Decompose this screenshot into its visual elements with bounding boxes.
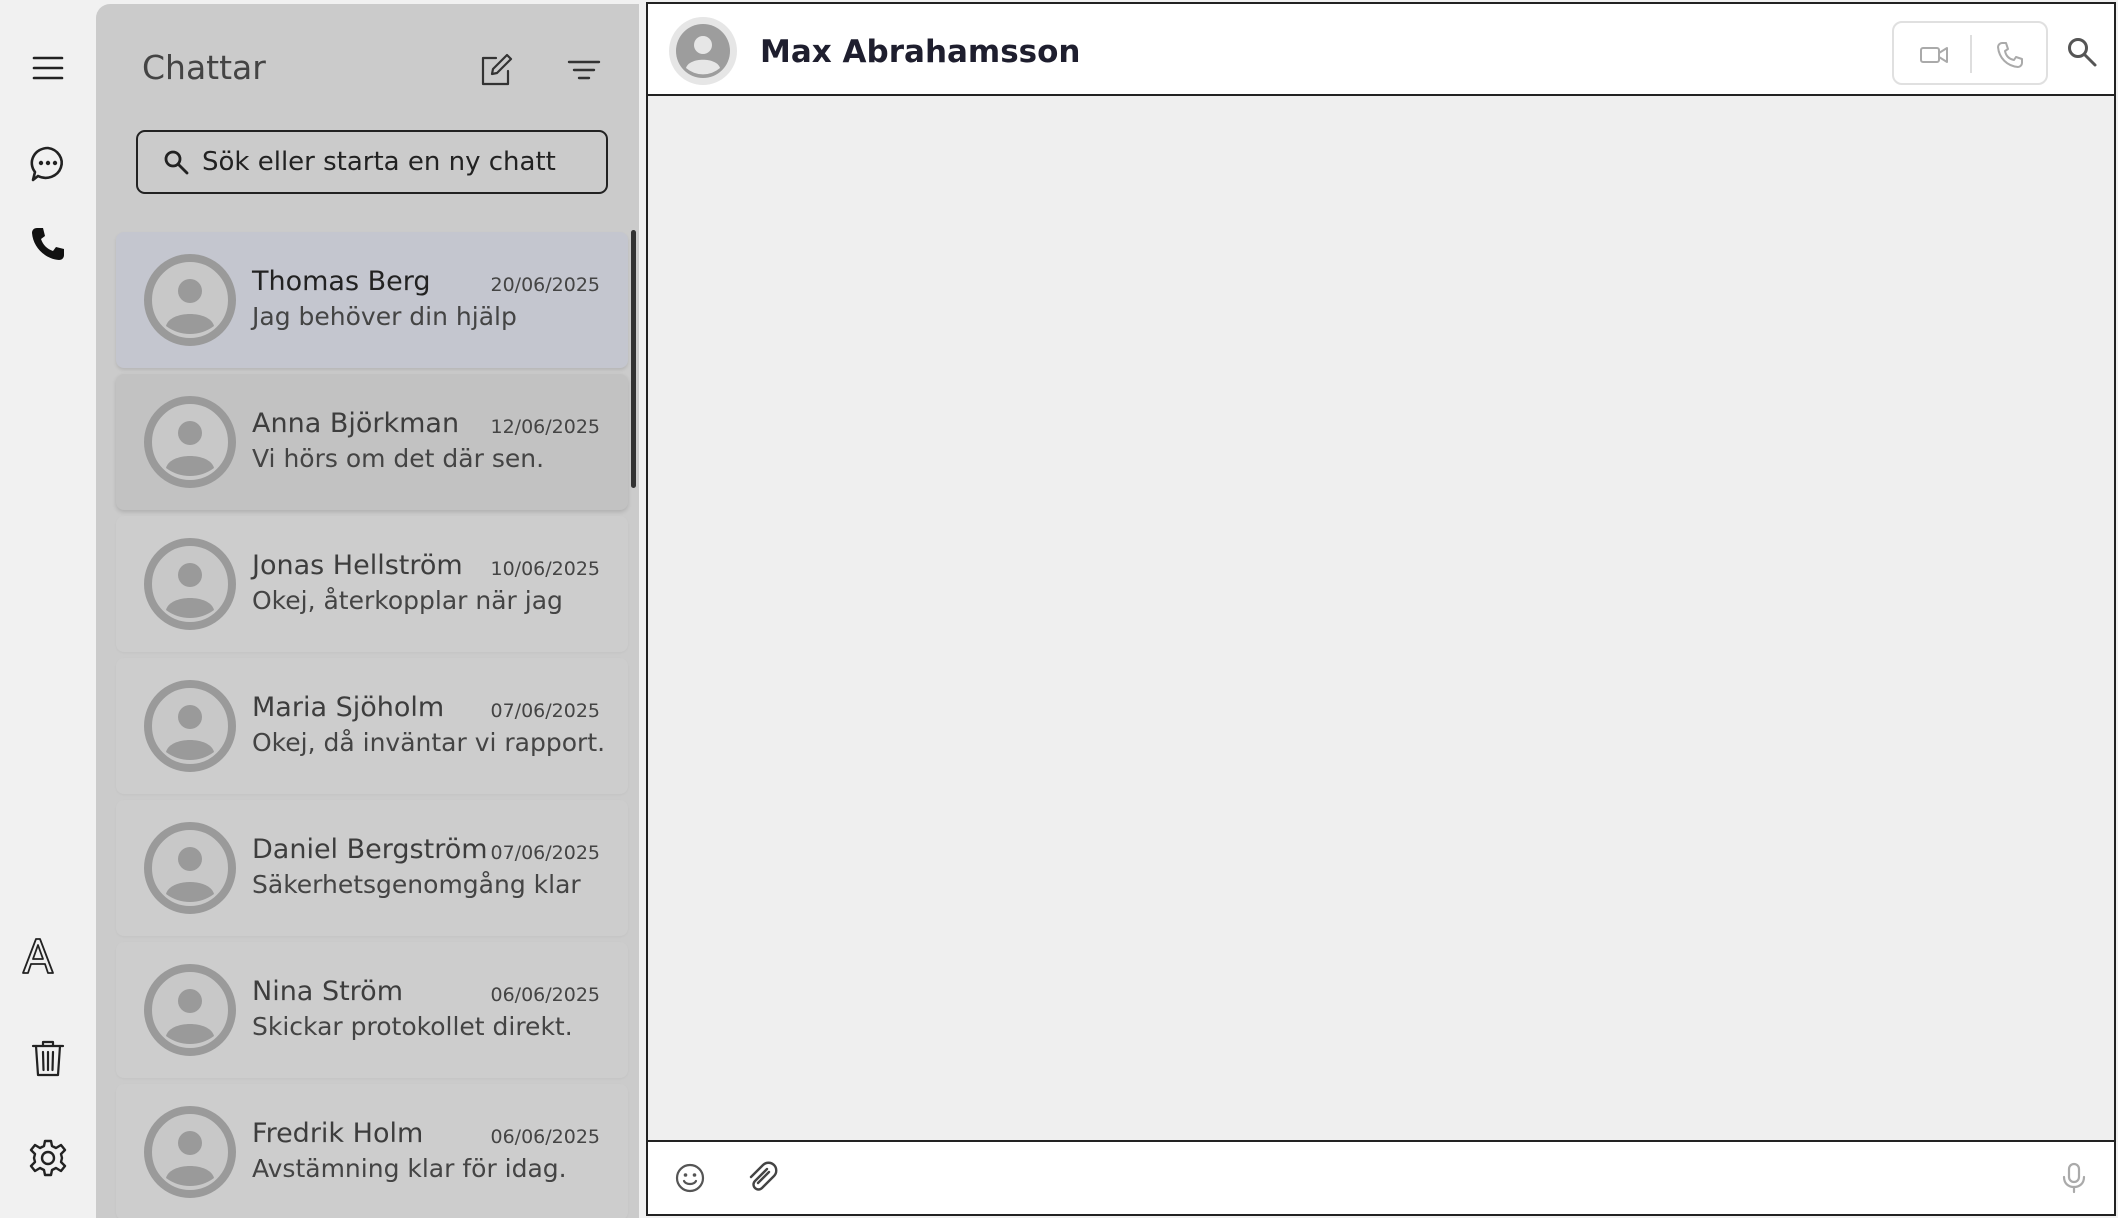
chat-item[interactable]: Daniel Bergström 07/06/2025 Säkerhetsgen… [116,800,628,936]
chat-name: Fredrik Holm [252,1118,424,1149]
chat-icon[interactable] [24,140,72,188]
settings-icon[interactable] [24,1134,72,1182]
chat-name: Jonas Hellström [252,550,463,581]
call-divider [1970,35,1972,73]
attach-icon[interactable] [742,1158,782,1198]
chat-preview: Skickar protokollet direkt. [252,1012,573,1041]
message-input[interactable] [788,1156,1968,1200]
chat-list: Thomas Berg 20/06/2025 Jag behöver din h… [116,232,630,1218]
chat-item[interactable]: Fredrik Holm 06/06/2025 Avstämning klar … [116,1084,628,1218]
trash-icon[interactable] [24,1034,72,1082]
emoji-icon[interactable] [670,1158,710,1198]
chat-preview: Vi hörs om det där sen. [252,444,545,473]
microphone-icon[interactable] [2054,1158,2094,1198]
phone-icon[interactable] [24,220,72,268]
chat-list-scrollbar[interactable] [631,230,636,488]
chat-preview: Jag behöver din hjälp [252,302,517,331]
chat-date: 06/06/2025 [490,984,600,1006]
chat-name: Anna Björkman [252,408,460,439]
chat-date: 10/06/2025 [490,558,600,580]
message-composer [648,1140,2114,1214]
avatar [144,538,236,630]
avatar [144,964,236,1056]
chat-name: Daniel Bergström [252,834,488,865]
chat-date: 07/06/2025 [490,842,600,864]
chat-date: 12/06/2025 [490,416,600,438]
message-area[interactable] [648,96,2114,1142]
conversation-header: Max Abrahamsson [648,4,2114,96]
avatar [144,680,236,772]
new-chat-icon[interactable] [474,48,518,92]
chat-date: 07/06/2025 [490,700,600,722]
chat-item[interactable]: Jonas Hellström 10/06/2025 Okej, återkop… [116,516,628,652]
chat-list-panel: Chattar Thomas Berg 20/06/2025 Jag behöv… [96,4,639,1218]
video-call-icon[interactable] [1912,33,1956,77]
chat-preview: Okej, då inväntar vi rapport. [252,728,606,757]
contact-avatar[interactable] [668,16,738,86]
chat-item[interactable]: Anna Björkman 12/06/2025 Vi hörs om det … [116,374,628,510]
avatar [144,1106,236,1198]
chat-search-input[interactable] [202,147,582,177]
filter-icon[interactable] [562,48,606,92]
chat-preview: Avstämning klar för idag. [252,1154,567,1183]
avatar [144,254,236,346]
chat-list-title: Chattar [142,48,266,87]
chat-item[interactable]: Maria Sjöholm 07/06/2025 Okej, då invänt… [116,658,628,794]
chat-preview: Okej, återkopplar när jag [252,586,563,615]
conversation-pane: Max Abrahamsson [646,2,2116,1216]
avatar [144,822,236,914]
search-icon [164,150,189,175]
voice-call-icon[interactable] [1988,33,2032,77]
font-icon[interactable] [14,932,62,980]
chat-name: Maria Sjöholm [252,692,445,723]
chat-name: Thomas Berg [252,266,431,297]
chat-date: 06/06/2025 [490,1126,600,1148]
chat-name: Nina Ström [252,976,403,1007]
chat-search-field[interactable] [136,130,608,194]
messaging-app: Chattar Thomas Berg 20/06/2025 Jag behöv… [0,0,2118,1218]
menu-icon[interactable] [24,44,72,92]
conversation-search-icon[interactable] [2060,30,2104,74]
chat-item[interactable]: Thomas Berg 20/06/2025 Jag behöver din h… [116,232,628,368]
chat-item[interactable]: Nina Ström 06/06/2025 Skickar protokolle… [116,942,628,1078]
chat-date: 20/06/2025 [490,274,600,296]
chat-preview: Säkerhetsgenomgång klar [252,870,581,899]
nav-rail [0,0,96,1218]
call-button-group [1892,21,2048,85]
avatar [144,396,236,488]
contact-name: Max Abrahamsson [760,34,1081,70]
